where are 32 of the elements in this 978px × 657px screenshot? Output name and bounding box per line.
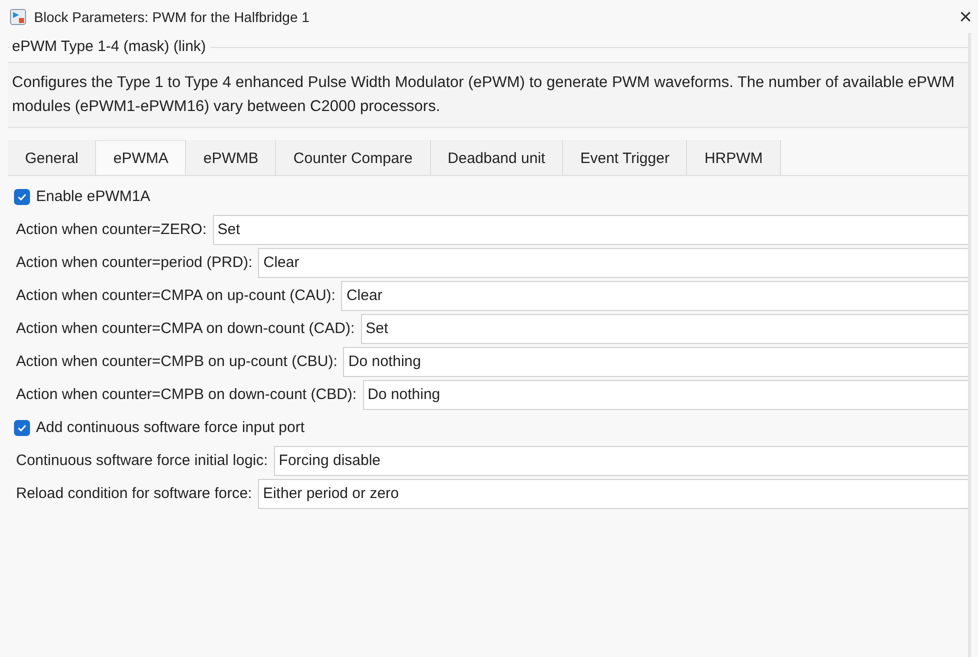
- group-title: ePWM Type 1-4 (mask) (link): [10, 38, 210, 55]
- description-text: Configures the Type 1 to Type 4 enhanced Pulse Width Modulator (ePWM) to generate PWM waveforms. The number of available ePWM modules (ePWM1-ePWM16) vary between C2000 processors.: [12, 73, 956, 117]
- value-field[interactable]: Either period or zero: [258, 478, 968, 508]
- parameter-label: Action when counter=CMPA on down-count (CAD):: [15, 320, 355, 337]
- value-field[interactable]: Do nothing: [362, 380, 968, 410]
- parameter-label: Action when counter=period (PRD):: [15, 254, 252, 271]
- value-field[interactable]: Clear: [341, 280, 968, 310]
- tab[interactable]: General: [8, 140, 96, 175]
- parameter-label: Action when counter=CMPA on up-count (CAU):: [15, 287, 336, 304]
- checkbox-label: Add continuous software force input port: [36, 419, 304, 436]
- value-field[interactable]: Set: [212, 214, 968, 244]
- checkbox[interactable]: [14, 420, 30, 436]
- parameter-label: Continuous software force initial logic:: [15, 452, 268, 469]
- checkbox-label: Enable ePWM1A: [36, 188, 150, 205]
- parameter-label: Action when counter=ZERO:: [15, 221, 207, 238]
- parameter-label: Action when counter=CMPB on up-count (CBU):: [15, 353, 338, 370]
- value-field[interactable]: Forcing disable: [274, 446, 968, 476]
- tab[interactable]: Deadband unit: [430, 140, 564, 175]
- checkbox[interactable]: [14, 188, 30, 204]
- tab[interactable]: Counter Compare: [276, 140, 431, 175]
- value-field[interactable]: Clear: [258, 248, 968, 278]
- value-field[interactable]: Do nothing: [343, 346, 968, 376]
- close-button[interactable]: ×: [953, 6, 978, 28]
- parameter-label: Reload condition for software force:: [15, 485, 252, 502]
- window-title: Block Parameters: PWM for the Halfbridge 1: [34, 8, 310, 24]
- tab[interactable]: ePWMB: [186, 140, 276, 175]
- tab[interactable]: HRPWM: [687, 140, 781, 175]
- tab[interactable]: ePWMA: [96, 140, 186, 175]
- value-field[interactable]: Set: [360, 314, 968, 344]
- tab[interactable]: Event Trigger: [563, 140, 688, 175]
- app-icon: [10, 8, 26, 24]
- parameter-label: Action when counter=CMPB on down-count (CBD):: [15, 386, 357, 403]
